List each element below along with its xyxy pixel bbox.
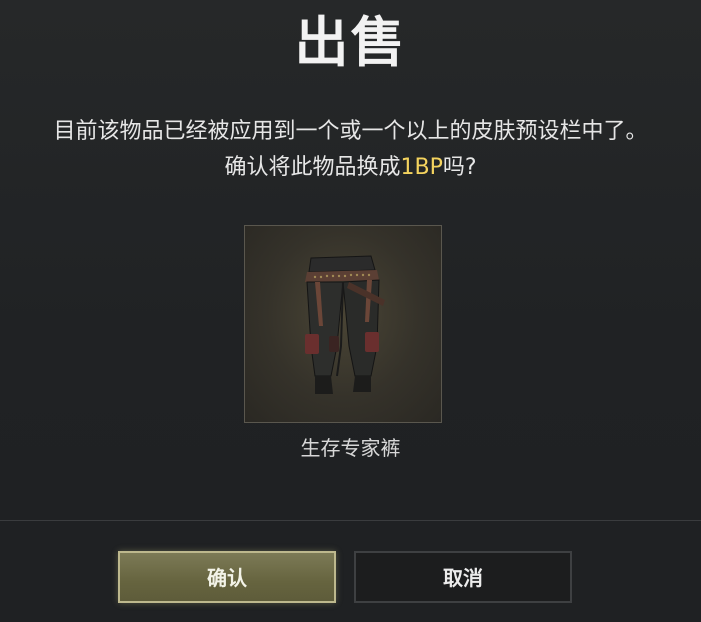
dialog-message: 目前该物品已经被应用到一个或一个以上的皮肤预设栏中了。 确认将此物品换成1BP吗… xyxy=(0,114,701,186)
cancel-button[interactable]: 取消 xyxy=(354,551,572,603)
item-name: 生存专家裤 xyxy=(300,436,401,460)
message-suffix: 吗? xyxy=(442,155,477,180)
message-line-1: 目前该物品已经被应用到一个或一个以上的皮肤预设栏中了。 xyxy=(53,119,648,144)
dialog-footer: 确认 取消 xyxy=(0,520,701,622)
message-prefix: 确认将此物品换成 xyxy=(224,155,401,180)
sell-dialog: 出售 目前该物品已经被应用到一个或一个以上的皮肤预设栏中了。 确认将此物品换成1… xyxy=(0,0,701,622)
item-preview-card xyxy=(244,225,442,423)
price-value: 1BP xyxy=(400,155,443,180)
pants-icon xyxy=(305,255,385,394)
confirm-button[interactable]: 确认 xyxy=(118,551,336,603)
dialog-title: 出售 xyxy=(294,11,407,74)
message-line-2: 确认将此物品换成1BP吗? xyxy=(0,150,701,186)
